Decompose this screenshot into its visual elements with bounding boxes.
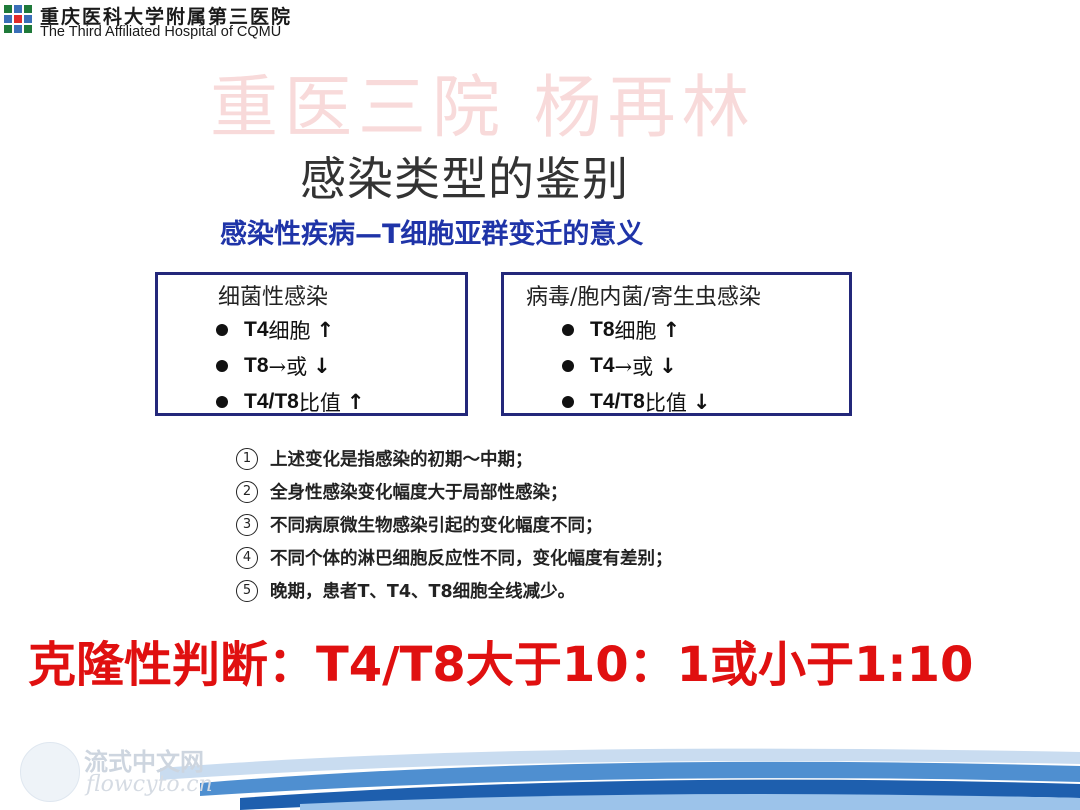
note-item: 5 晚期，患者T、T4、T8细胞全线减少。 [236,574,673,607]
box-item: T4 细胞 ↑ [216,315,334,345]
item-code: T8 [244,354,269,377]
footer-logo: 流式中文网 flowcyto.cn [14,738,224,804]
note-text: 不同个体的淋巴细胞反应性不同，变化幅度有差别； [270,549,673,569]
item-code: T8 [590,318,615,341]
bullet-icon [562,396,574,408]
item-code: T4 [590,354,615,377]
item-text: 比值 [298,391,341,415]
circled-number-icon: 3 [236,513,258,536]
author-watermark: 重医三院 杨再林 [210,69,756,148]
note-text: 上述变化是指感染的初期～中期； [270,450,533,470]
circled-number-icon: 2 [236,480,258,503]
viral-infection-box: 病毒/胞内菌/寄生虫感染 T8 细胞 ↑ T4 →或 ↓ T4/T8 比值 ↓ [501,272,852,416]
flowcyto-logo-icon [20,742,80,802]
item-text: 比值 [644,391,687,415]
box-item: T4 →或 ↓ [562,351,677,381]
arrow-down-icon: ↓ [313,354,331,378]
arrow-down-icon: ↓ [692,390,711,414]
box-header: 病毒/胞内菌/寄生虫感染 [526,285,761,310]
box-item: T4/T8 比值 ↓ [562,387,710,417]
item-text: →或 [268,355,308,379]
arrow-up-icon: ↑ [662,318,681,342]
circled-number-icon: 4 [236,546,258,569]
item-text: 细胞 [614,319,657,343]
note-item: 2 全身性感染变化幅度大于局部性感染； [236,475,673,508]
box-header: 细菌性感染 [218,285,329,310]
note-item: 1 上述变化是指感染的初期～中期； [236,442,673,475]
footer-logo-en: flowcyto.cn [86,772,213,797]
item-code: T4/T8 [244,390,299,413]
note-item: 3 不同病原微生物感染引起的变化幅度不同； [236,508,673,541]
note-text: 不同病原微生物感染引起的变化幅度不同； [270,516,603,536]
box-item: T8 细胞 ↑ [562,315,680,345]
bullet-icon [216,396,228,408]
arrow-up-icon: ↑ [346,390,365,414]
clonality-conclusion: 克隆性判断：T4/T8大于10：1或小于1:10 [28,637,974,693]
slide-subtitle: 感染性疾病—T细胞亚群变迁的意义 [220,219,644,250]
hospital-header: 重庆医科大学附属第三医院 The Third Affiliated Hospit… [0,0,310,44]
bullet-icon [216,324,228,336]
item-text: 细胞 [268,319,311,343]
circled-number-icon: 1 [236,447,258,470]
arrow-down-icon: ↓ [659,354,677,378]
slide-title: 感染类型的鉴别 [300,152,629,206]
bullet-icon [562,324,574,336]
hospital-name-en: The Third Affiliated Hospital of CQMU [40,24,282,40]
item-code: T4/T8 [590,390,645,413]
note-text: 晚期，患者T、T4、T8细胞全线减少。 [270,582,576,602]
arrow-up-icon: ↑ [316,318,335,342]
bullet-icon [216,360,228,372]
box-item: T8 →或 ↓ [216,351,331,381]
hospital-logo-icon [2,3,36,39]
bacterial-infection-box: 细菌性感染 T4 细胞 ↑ T8 →或 ↓ T4/T8 比值 ↑ [155,272,468,416]
item-text: →或 [614,355,654,379]
notes-list: 1 上述变化是指感染的初期～中期； 2 全身性感染变化幅度大于局部性感染； 3 … [236,442,673,607]
bullet-icon [562,360,574,372]
note-item: 4 不同个体的淋巴细胞反应性不同，变化幅度有差别； [236,541,673,574]
item-code: T4 [244,318,269,341]
note-text: 全身性感染变化幅度大于局部性感染； [270,483,568,503]
circled-number-icon: 5 [236,579,258,602]
box-item: T4/T8 比值 ↑ [216,387,364,417]
